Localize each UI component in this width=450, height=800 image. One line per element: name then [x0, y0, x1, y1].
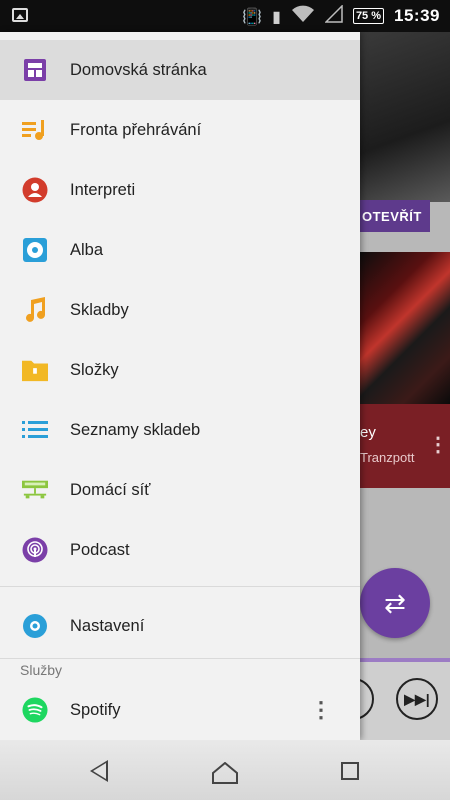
drawer-item-podcast[interactable]: Podcast — [0, 520, 360, 580]
divider — [0, 658, 360, 659]
track-artist: Tranzpott — [360, 450, 415, 465]
drawer-item-label: Seznamy skladeb — [70, 420, 201, 439]
playlist-icon — [22, 417, 48, 443]
drawer-item-label: Složky — [70, 360, 119, 379]
folder-icon — [22, 357, 48, 383]
vibrate-icon: 📳 — [242, 6, 263, 26]
song-icon — [22, 297, 48, 323]
drawer-item-settings[interactable]: Nastavení — [0, 596, 360, 656]
navigation-drawer: Domovská stránka Fronta přehrávání Inter… — [0, 32, 360, 740]
drawer-item-label: Spotify — [70, 700, 121, 719]
shuffle-fab-button[interactable]: ⇄ — [360, 568, 430, 638]
drawer-item-label: Fronta přehrávání — [70, 120, 202, 139]
wifi-icon — [291, 5, 315, 27]
track-title: ey — [360, 424, 376, 441]
home-icon[interactable] — [212, 761, 238, 784]
drawer-item-label: Alba — [70, 240, 104, 259]
drawer-item-label: Domácí síť — [70, 480, 151, 499]
drawer-item-label: Skladby — [70, 300, 129, 319]
recents-icon[interactable] — [341, 762, 359, 780]
battery-indicator: 75 % — [352, 8, 385, 24]
drawer-item-albums[interactable]: Alba — [0, 220, 360, 280]
more-vertical-icon[interactable]: ⋮ — [310, 697, 332, 723]
drawer-item-folders[interactable]: Složky — [0, 340, 360, 400]
queue-icon — [22, 117, 48, 143]
clock: 15:39 — [394, 6, 440, 25]
more-vertical-icon[interactable]: ⋮ — [428, 432, 448, 457]
drawer-item-label: Nastavení — [70, 616, 145, 635]
divider — [0, 586, 360, 587]
signal-icon — [324, 4, 343, 27]
background-app: OTEVŘÍT ey Tranzpott ⋮ ⇄ ▶▶| — [360, 32, 450, 740]
header-artwork — [360, 32, 450, 202]
drawer-item-spotify[interactable]: Spotify ⋮ — [0, 680, 360, 740]
podcast-icon — [22, 537, 48, 563]
drawer-item-artists[interactable]: Interpreti — [0, 160, 360, 220]
album-icon — [22, 237, 48, 263]
next-icon[interactable]: ▶▶| — [396, 678, 438, 720]
artist-icon — [22, 177, 48, 203]
play-button[interactable] — [360, 678, 374, 720]
album-artwork — [360, 252, 450, 404]
drawer-item-playlists[interactable]: Seznamy skladeb — [0, 400, 360, 460]
system-navigation-bar — [0, 740, 450, 800]
mini-player: ▶▶| — [360, 658, 450, 740]
spotify-icon — [22, 697, 48, 723]
back-icon[interactable] — [90, 760, 108, 782]
gallery-icon — [12, 8, 28, 22]
now-playing-card[interactable]: ey Tranzpott ⋮ — [360, 404, 450, 488]
open-button[interactable]: OTEVŘÍT — [360, 200, 430, 232]
drawer-item-songs[interactable]: Skladby — [0, 280, 360, 340]
status-bar: 📳 ▮ 75 % 15:39 — [0, 0, 450, 32]
drawer-item-label: Domovská stránka — [70, 60, 207, 79]
home-tile-icon — [22, 57, 48, 83]
section-header-services: Služby — [20, 662, 63, 678]
drawer-item-home-network[interactable]: Domácí síť — [0, 460, 360, 520]
drawer-item-home[interactable]: Domovská stránka — [0, 40, 360, 100]
drawer-item-label: Podcast — [70, 540, 130, 559]
battery-saver-icon: ▮ — [272, 6, 281, 26]
gear-icon — [22, 613, 48, 639]
drawer-item-label: Interpreti — [70, 180, 136, 199]
home-network-icon — [22, 477, 48, 503]
drawer-item-queue[interactable]: Fronta přehrávání — [0, 100, 360, 160]
